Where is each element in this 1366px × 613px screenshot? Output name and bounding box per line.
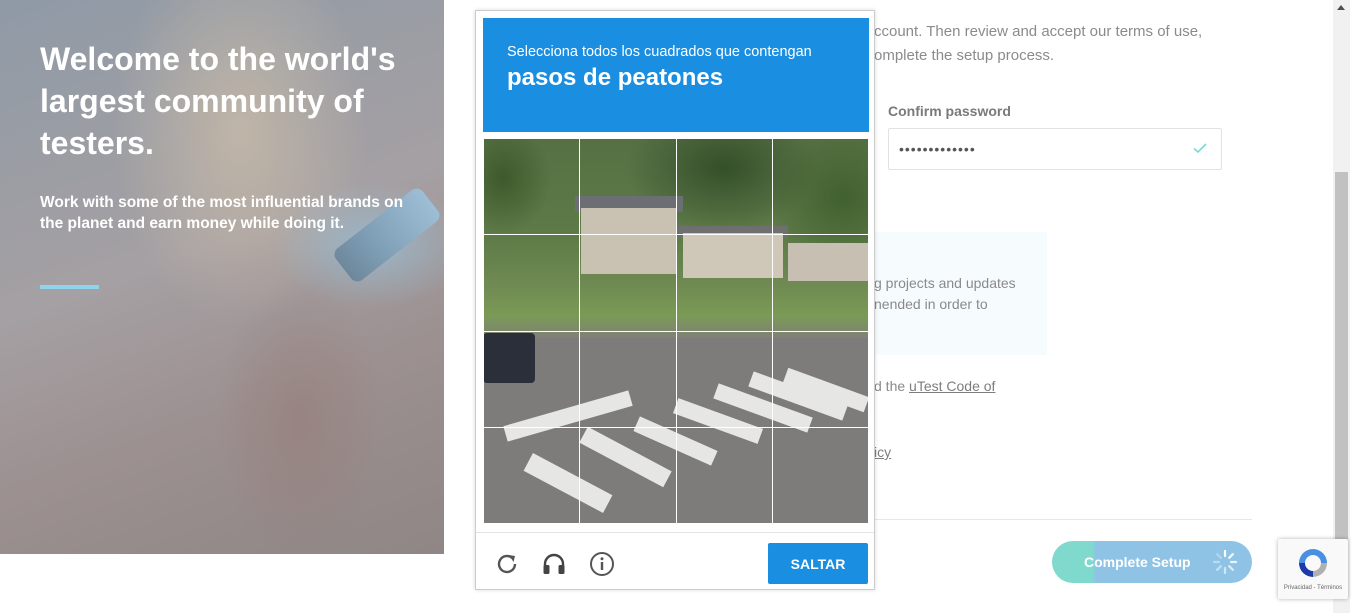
loading-spinner-icon bbox=[1212, 549, 1238, 575]
captcha-image-grid bbox=[483, 138, 870, 524]
captcha-target: pasos de peatones bbox=[507, 64, 724, 91]
captcha-tile[interactable] bbox=[772, 331, 869, 428]
info-icon[interactable] bbox=[589, 551, 615, 577]
page-scrollbar[interactable] bbox=[1333, 0, 1350, 613]
complete-setup-label: Complete Setup bbox=[1084, 554, 1191, 570]
scroll-up-arrow-icon[interactable] bbox=[1337, 5, 1345, 10]
captcha-tile[interactable] bbox=[676, 331, 773, 428]
code-of-conduct-link[interactable]: uTest Code of bbox=[909, 378, 995, 394]
captcha-footer: SALTAR bbox=[476, 532, 874, 589]
setup-intro-text: ccount. Then review and accept our terms… bbox=[874, 23, 1203, 64]
captcha-tile[interactable] bbox=[483, 138, 580, 235]
confirm-password-label: Confirm password bbox=[888, 103, 1011, 119]
terms-line: d the uTest Code of bbox=[874, 378, 995, 394]
captcha-tile[interactable] bbox=[579, 331, 677, 428]
skip-button[interactable]: SALTAR bbox=[768, 543, 868, 584]
captcha-tile[interactable] bbox=[772, 427, 869, 524]
check-icon bbox=[1193, 143, 1207, 154]
hero-accent-rule bbox=[40, 285, 99, 289]
hero-subtitle: Work with some of the most influential b… bbox=[40, 194, 404, 232]
recaptcha-badge[interactable]: Privacidad - Términos bbox=[1278, 539, 1348, 599]
captcha-tile[interactable] bbox=[772, 138, 869, 235]
recaptcha-legal-text: Privacidad - Términos bbox=[1283, 585, 1343, 591]
captcha-tile[interactable] bbox=[579, 427, 677, 524]
captcha-tile[interactable] bbox=[676, 427, 773, 524]
hero-panel: Welcome to the world's largest community… bbox=[0, 0, 444, 554]
captcha-tile[interactable] bbox=[579, 234, 677, 332]
captcha-instruction: Selecciona todos los cuadrados que conte… bbox=[507, 44, 812, 60]
audio-headphones-icon[interactable] bbox=[541, 551, 567, 577]
captcha-tile[interactable] bbox=[676, 138, 773, 235]
captcha-tile[interactable] bbox=[483, 234, 580, 332]
captcha-tile[interactable] bbox=[676, 234, 773, 332]
notice-text: g projects and updates nended in order t… bbox=[874, 275, 1016, 312]
hero-title: Welcome to the world's largest community… bbox=[40, 41, 396, 161]
captcha-tile[interactable] bbox=[579, 138, 677, 235]
captcha-header: Selecciona todos los cuadrados que conte… bbox=[483, 18, 869, 132]
captcha-challenge: Selecciona todos los cuadrados que conte… bbox=[475, 10, 875, 590]
scrollbar-thumb[interactable] bbox=[1335, 172, 1348, 541]
confirm-password-field[interactable] bbox=[888, 128, 1222, 170]
form-divider bbox=[874, 519, 1252, 520]
recaptcha-logo-icon bbox=[1299, 549, 1327, 577]
reload-icon[interactable] bbox=[494, 551, 520, 577]
terms-prefix: d the bbox=[874, 378, 910, 394]
captcha-tile[interactable] bbox=[483, 427, 580, 524]
captcha-tile[interactable] bbox=[483, 331, 580, 428]
captcha-tile[interactable] bbox=[772, 234, 869, 332]
privacy-policy-link[interactable]: icy bbox=[874, 444, 891, 460]
